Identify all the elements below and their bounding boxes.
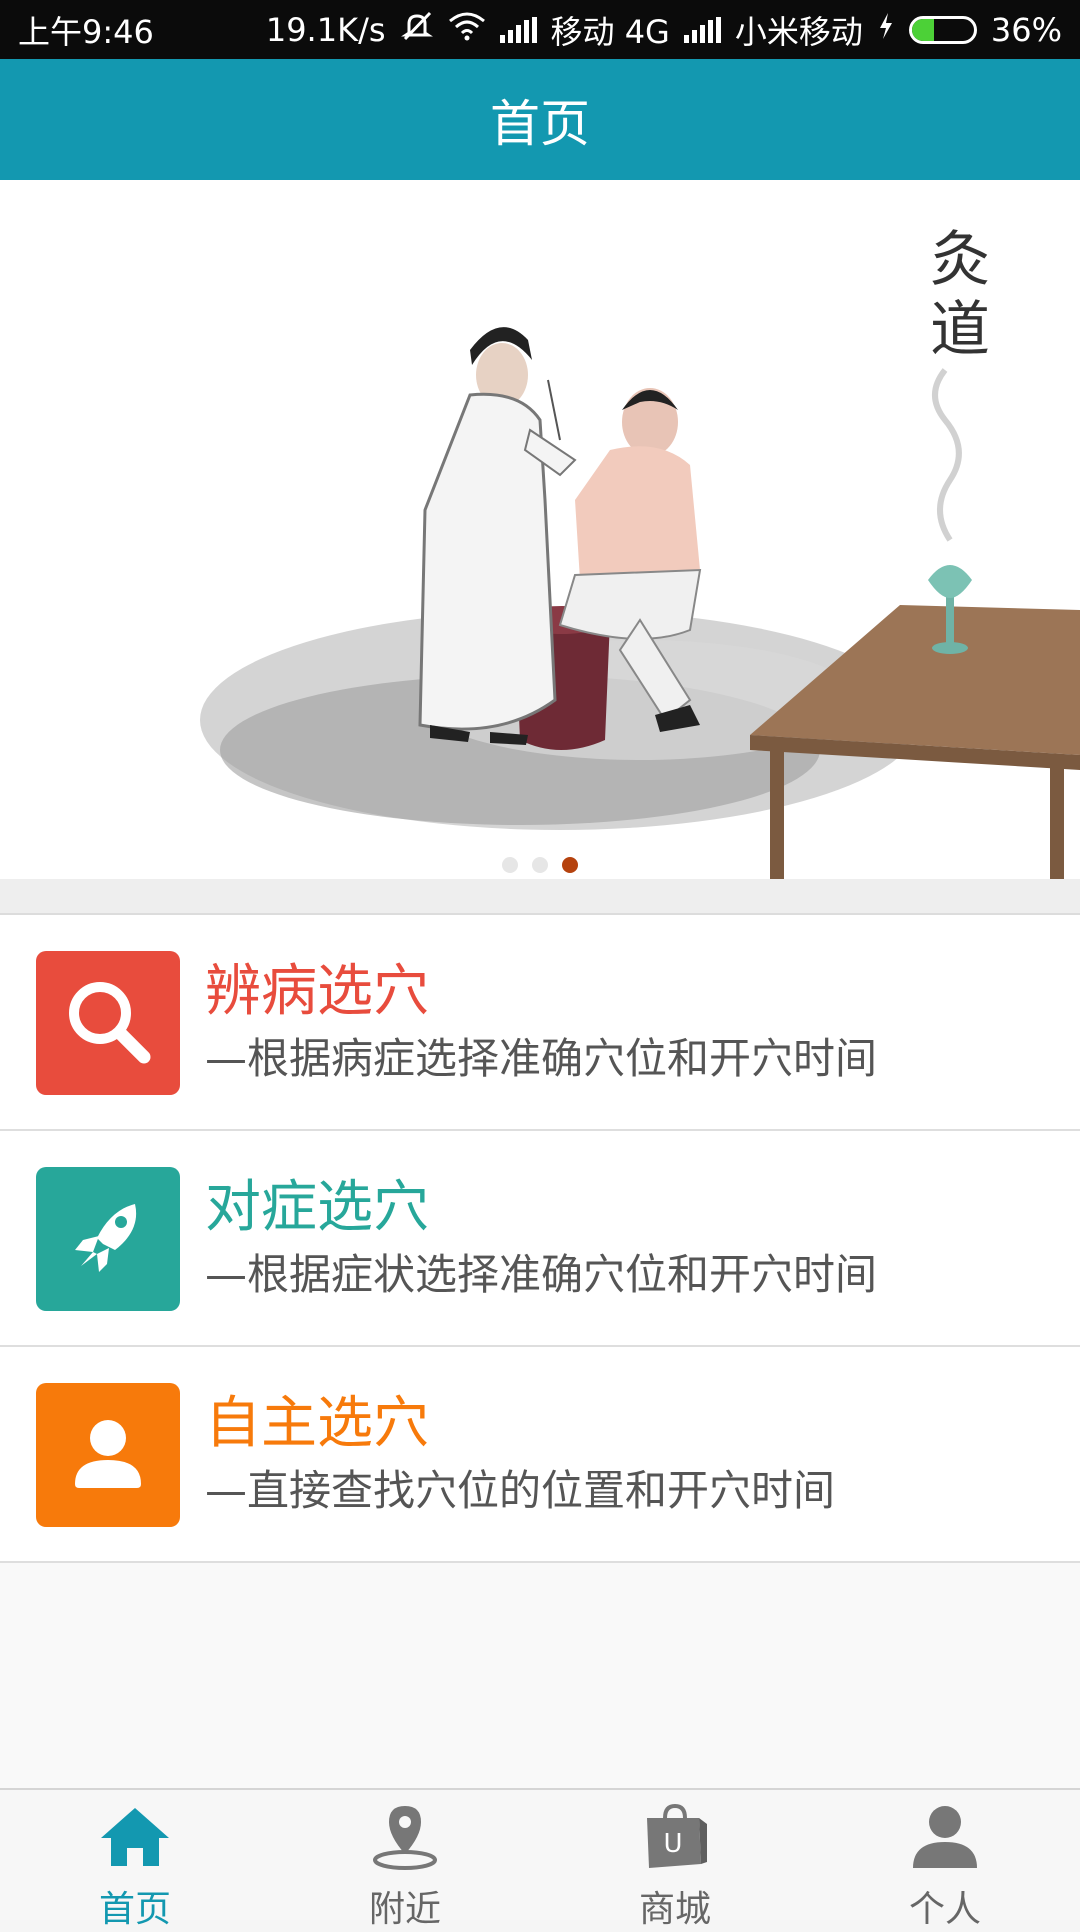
wifi-icon [448,11,486,49]
section-divider [0,879,1080,915]
tab-label: 附近 [368,1889,441,1930]
carousel-dot[interactable] [502,857,518,873]
carousel-dot[interactable] [562,857,578,873]
menu-item-title: 自主选穴 [205,1391,429,1456]
banner-illustration: 灸 道 [200,225,1080,879]
rocket-icon [63,1192,153,1286]
carousel-indicator [0,857,1080,873]
tab-nearby[interactable]: 附近 [270,1790,540,1930]
menu-item-subtitle: —直接查找穴位的位置和开穴时间 [205,1466,836,1515]
tab-home[interactable]: 首页 [0,1790,270,1930]
menu-item-text: 自主选穴 —直接查找穴位的位置和开穴时间 [205,1389,835,1521]
page-title: 首页 [490,94,590,153]
menu-item-text: 辨病选穴 —根据病症选择准确穴位和开穴时间 [205,957,877,1089]
menu-item-symptom[interactable]: 对症选穴 —根据症状选择准确穴位和开穴时间 [0,1131,1080,1347]
menu-item-title: 对症选穴 [205,1175,429,1240]
menu-item-text: 对症选穴 —根据症状选择准确穴位和开穴时间 [205,1173,877,1305]
symptom-tile [36,1167,180,1311]
network-speed: 19.1K/s [265,10,386,49]
calligraphy-char-1: 灸 [930,225,990,295]
home-icon [99,1804,171,1874]
bottom-navigation: 首页 附近 U 商城 个人 [0,1788,1080,1930]
menu-item-title: 辨病选穴 [205,959,429,1024]
self-tile [36,1383,180,1527]
search-icon [60,973,156,1073]
feature-list: 辨病选穴 —根据病症选择准确穴位和开穴时间 对症选穴 —根据症状选择准确穴位和开… [0,915,1080,1563]
menu-item-self[interactable]: 自主选穴 —直接查找穴位的位置和开穴时间 [0,1347,1080,1563]
tab-mall[interactable]: U 商城 [540,1790,810,1930]
tab-label: 商城 [638,1889,711,1930]
person-icon [63,1408,153,1502]
signal-icon [499,16,537,43]
battery-percent: 36% [990,10,1062,49]
menu-item-subtitle: —根据症状选择准确穴位和开穴时间 [205,1250,878,1299]
empty-area [0,1563,1080,1788]
tab-profile[interactable]: 个人 [810,1790,1080,1930]
title-bar: 首页 [0,59,1080,180]
user-icon [909,1804,981,1874]
tab-label: 首页 [98,1889,171,1930]
signal-icon-secondary [683,16,721,43]
location-pin-icon [369,1804,441,1874]
tab-label: 个人 [908,1889,981,1930]
carousel-dot[interactable] [532,857,548,873]
status-time: 上午9:46 [18,12,154,51]
silent-bell-icon [400,9,434,51]
menu-item-disease[interactable]: 辨病选穴 —根据病症选择准确穴位和开穴时间 [0,915,1080,1131]
disease-tile [36,951,180,1095]
status-bar: 上午9:46 19.1K/s 移动 4G 小米移动 36% [0,0,1080,59]
carrier-secondary: 小米移动 [734,12,863,51]
menu-item-subtitle: —根据病症选择准确穴位和开穴时间 [205,1034,878,1083]
carrier-primary: 移动 4G [550,12,670,51]
charging-icon [877,11,895,49]
shopping-bag-icon: U [639,1803,711,1874]
status-indicators: 19.1K/s 移动 4G 小米移动 36% [266,7,1062,53]
banner-carousel[interactable]: 灸 道 [0,180,1080,879]
calligraphy-char-2: 道 [930,295,990,365]
svg-text:U: U [663,1829,682,1859]
battery-icon [908,15,977,44]
